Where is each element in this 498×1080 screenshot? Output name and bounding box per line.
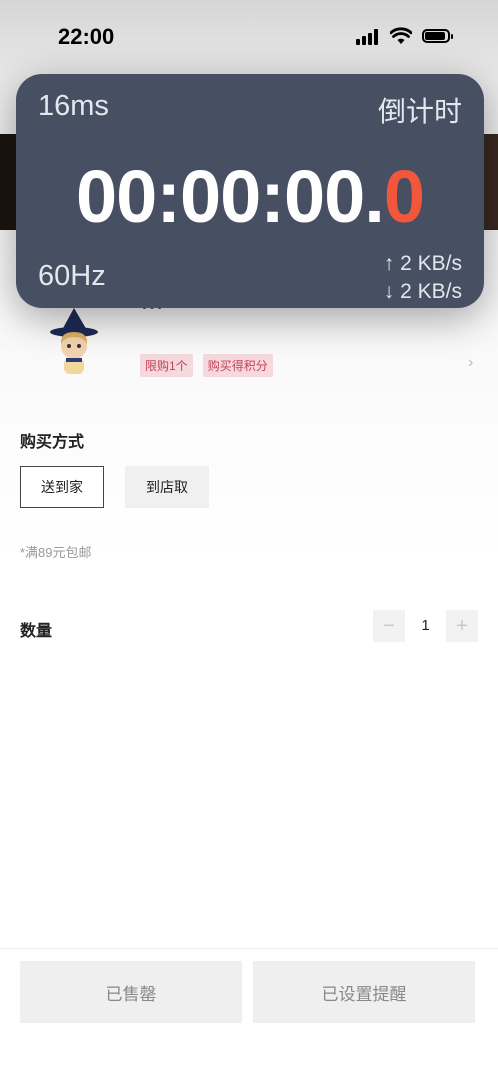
clock-main: 00:00:00.: [76, 155, 385, 238]
frame-time: 16ms: [38, 90, 109, 122]
download-speed: ↓ 2 KB/s: [383, 280, 462, 303]
quantity-label: 数量: [20, 623, 53, 640]
option-deliver-home[interactable]: 送到家: [20, 466, 104, 508]
reminder-set-button[interactable]: 已设置提醒: [253, 961, 475, 1023]
quantity-value: 1: [421, 617, 430, 634]
shipping-note: *满89元包邮: [20, 545, 92, 560]
clock-fraction: 0: [383, 155, 425, 238]
timer-overlay[interactable]: 16ms 倒计时 00:00:00.0 60Hz ↑ 2 KB/s ↓ 2 KB…: [16, 74, 484, 308]
option-store-pickup[interactable]: 到店取: [125, 466, 209, 508]
chevron-right-icon[interactable]: ›: [468, 354, 473, 372]
product-tags: 限购1个 购买得积分: [140, 354, 273, 377]
timer-mode: 倒计时: [377, 96, 462, 127]
quantity-plus-button[interactable]: +: [446, 610, 478, 642]
footer-divider: [0, 948, 498, 949]
network-speed: ↑ 2 KB/s ↓ 2 KB/s: [384, 250, 462, 306]
countdown-clock: 00:00:00.0: [16, 154, 484, 239]
product-thumbnail[interactable]: [44, 306, 104, 380]
tag-points: 购买得积分: [202, 354, 273, 377]
tag-limit: 限购1个: [140, 354, 193, 377]
status-bar: 22:00: [0, 0, 498, 74]
purchase-method-label: 购买方式: [20, 434, 85, 451]
wifi-icon: [390, 27, 412, 44]
upload-speed: ↑ 2 KB/s: [383, 252, 462, 275]
sold-out-button[interactable]: 已售罄: [20, 961, 242, 1023]
battery-icon: [422, 29, 453, 43]
status-time: 22:00: [58, 24, 115, 49]
quantity-minus-button[interactable]: −: [373, 610, 405, 642]
cellular-signal-icon: [356, 29, 382, 45]
refresh-rate: 60Hz: [38, 260, 106, 292]
